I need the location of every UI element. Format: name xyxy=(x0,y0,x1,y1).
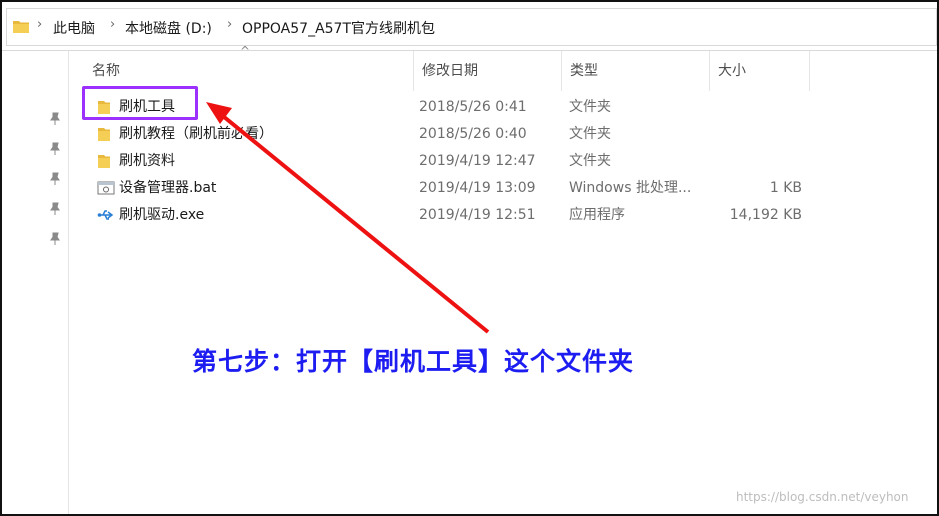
red-arrow xyxy=(206,102,490,334)
watermark: https://blog.csdn.net/veyhon xyxy=(736,490,909,504)
instruction-text: 第七步：打开【刷机工具】这个文件夹 xyxy=(192,347,635,376)
